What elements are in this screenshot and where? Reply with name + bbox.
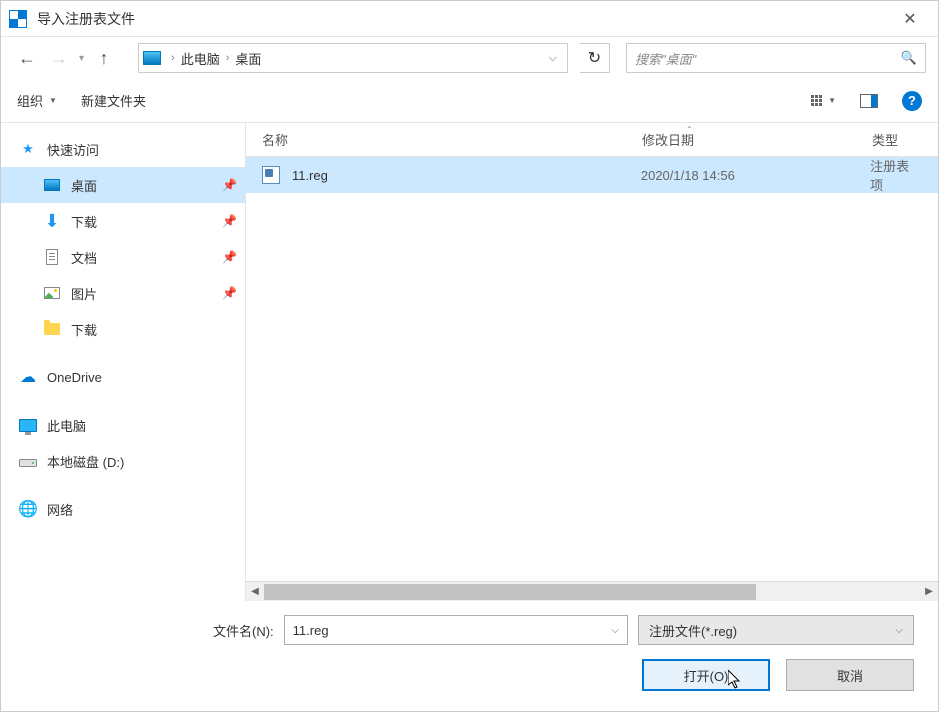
sidebar-label: OneDrive bbox=[47, 370, 237, 385]
cancel-button[interactable]: 取消 bbox=[786, 659, 914, 691]
sort-indicator: ⌃ bbox=[686, 125, 693, 134]
sidebar-onedrive[interactable]: ☁ OneDrive bbox=[1, 359, 245, 395]
horizontal-scrollbar[interactable]: ◀ ▶ bbox=[246, 581, 938, 601]
new-folder-button[interactable]: 新建文件夹 bbox=[81, 91, 146, 110]
organize-label: 组织 bbox=[17, 91, 43, 110]
preview-pane-button[interactable] bbox=[860, 94, 878, 108]
filter-text: 注册文件(*.reg) bbox=[649, 621, 737, 640]
pc-icon bbox=[19, 416, 37, 434]
sidebar-downloads-folder[interactable]: 下载 bbox=[1, 311, 245, 347]
sidebar-label: 快速访问 bbox=[47, 140, 237, 159]
column-type-header[interactable]: 类型 bbox=[872, 130, 922, 149]
sidebar-thispc[interactable]: 此电脑 bbox=[1, 407, 245, 443]
history-dropdown[interactable]: ▾ bbox=[79, 53, 84, 64]
breadcrumb-dropdown[interactable]: ⌵ bbox=[543, 52, 563, 65]
chevron-down-icon: ▼ bbox=[828, 96, 836, 105]
file-name: 11.reg bbox=[292, 168, 641, 183]
sidebar-downloads[interactable]: ⬇ 下载 📌 bbox=[1, 203, 245, 239]
file-type: 注册表项 bbox=[870, 157, 922, 194]
filename-label: 文件名(N): bbox=[213, 621, 274, 640]
picture-icon bbox=[43, 284, 61, 302]
scroll-left-button[interactable]: ◀ bbox=[246, 583, 264, 601]
search-placeholder: 搜索"桌面" bbox=[635, 49, 901, 68]
breadcrumb-item[interactable]: 桌面 bbox=[235, 49, 261, 68]
pin-icon: 📌 bbox=[222, 250, 237, 264]
help-button[interactable]: ? bbox=[902, 91, 922, 111]
star-icon: ★ bbox=[19, 140, 37, 158]
folder-icon bbox=[43, 320, 61, 338]
disk-icon bbox=[19, 452, 37, 470]
filename-input[interactable]: 11.reg ⌵ bbox=[284, 615, 628, 645]
refresh-button[interactable]: ↻ bbox=[580, 43, 610, 73]
pin-icon: 📌 bbox=[222, 286, 237, 300]
sidebar-documents[interactable]: 文档 📌 bbox=[1, 239, 245, 275]
open-button[interactable]: 打开(O) bbox=[642, 659, 770, 691]
desktop-icon bbox=[43, 176, 61, 194]
sidebar-pictures[interactable]: 图片 📌 bbox=[1, 275, 245, 311]
sidebar-label: 下载 bbox=[71, 212, 212, 231]
breadcrumb-sep: › bbox=[171, 52, 175, 64]
sidebar-label: 图片 bbox=[71, 284, 212, 303]
file-date: 2020/1/18 14:56 bbox=[641, 168, 870, 183]
document-icon bbox=[43, 248, 61, 266]
sidebar: ★ 快速访问 桌面 📌 ⬇ 下载 📌 文档 📌 图片 📌 bbox=[1, 123, 246, 601]
preview-icon bbox=[860, 94, 878, 108]
download-icon: ⬇ bbox=[43, 212, 61, 230]
scroll-track[interactable] bbox=[264, 584, 920, 600]
pin-icon: 📌 bbox=[222, 178, 237, 192]
dialog-bottom: 文件名(N): 11.reg ⌵ 注册文件(*.reg) ⌵ 打开(O) 取消 bbox=[1, 601, 938, 711]
file-dialog-window: 导入注册表文件 ✕ ← → ▾ ↑ › 此电脑 › 桌面 ⌵ ↻ 搜索"桌面" … bbox=[0, 0, 939, 712]
breadcrumb[interactable]: › 此电脑 › 桌面 ⌵ bbox=[138, 43, 568, 73]
sidebar-label: 网络 bbox=[47, 500, 237, 519]
location-icon bbox=[143, 51, 161, 65]
sidebar-label: 本地磁盘 (D:) bbox=[47, 452, 237, 471]
file-list-area: ⌃ 名称 修改日期 类型 11.reg 2020/1/18 14:56 注册表项… bbox=[246, 123, 938, 601]
view-menu[interactable]: ▼ bbox=[811, 95, 836, 106]
app-icon bbox=[9, 10, 27, 28]
sidebar-label: 此电脑 bbox=[47, 416, 237, 435]
sidebar-quick-access[interactable]: ★ 快速访问 bbox=[1, 131, 245, 167]
file-type-filter[interactable]: 注册文件(*.reg) ⌵ bbox=[638, 615, 914, 645]
close-button[interactable]: ✕ bbox=[890, 1, 930, 37]
toolbar: 组织 ▼ 新建文件夹 ▼ ? bbox=[1, 79, 938, 123]
sidebar-label: 文档 bbox=[71, 248, 212, 267]
reg-file-icon bbox=[262, 166, 280, 184]
sidebar-label: 桌面 bbox=[71, 176, 212, 195]
filename-value: 11.reg bbox=[293, 623, 329, 638]
sidebar-network[interactable]: 🌐 网络 bbox=[1, 491, 245, 527]
button-row: 打开(O) 取消 bbox=[25, 659, 914, 691]
file-list[interactable]: 11.reg 2020/1/18 14:56 注册表项 bbox=[246, 157, 938, 581]
chevron-down-icon: ▼ bbox=[49, 96, 57, 105]
column-date-header[interactable]: 修改日期 bbox=[642, 130, 872, 149]
navigation-bar: ← → ▾ ↑ › 此电脑 › 桌面 ⌵ ↻ 搜索"桌面" 🔍 bbox=[1, 37, 938, 79]
pin-icon: 📌 bbox=[222, 214, 237, 228]
breadcrumb-sep: › bbox=[226, 52, 230, 64]
sidebar-localdisk[interactable]: 本地磁盘 (D:) bbox=[1, 443, 245, 479]
view-icon bbox=[811, 95, 822, 106]
network-icon: 🌐 bbox=[19, 500, 37, 518]
search-icon: 🔍 bbox=[901, 50, 917, 66]
scroll-right-button[interactable]: ▶ bbox=[920, 583, 938, 601]
scroll-thumb[interactable] bbox=[264, 584, 756, 600]
file-row[interactable]: 11.reg 2020/1/18 14:56 注册表项 bbox=[246, 157, 938, 193]
organize-menu[interactable]: 组织 ▼ bbox=[17, 91, 57, 110]
cloud-icon: ☁ bbox=[19, 368, 37, 386]
chevron-down-icon: ⌵ bbox=[895, 625, 903, 636]
column-name-header[interactable]: 名称 bbox=[262, 130, 642, 149]
titlebar: 导入注册表文件 ✕ bbox=[1, 1, 938, 37]
chevron-down-icon[interactable]: ⌵ bbox=[611, 625, 619, 636]
search-input[interactable]: 搜索"桌面" 🔍 bbox=[626, 43, 926, 73]
up-button[interactable]: ↑ bbox=[90, 44, 118, 72]
main-area: ★ 快速访问 桌面 📌 ⬇ 下载 📌 文档 📌 图片 📌 bbox=[1, 123, 938, 601]
filename-row: 文件名(N): 11.reg ⌵ 注册文件(*.reg) ⌵ bbox=[25, 615, 914, 645]
back-button[interactable]: ← bbox=[13, 44, 41, 72]
sidebar-label: 下载 bbox=[71, 320, 237, 339]
cursor-icon bbox=[728, 670, 744, 695]
column-headers: ⌃ 名称 修改日期 类型 bbox=[246, 123, 938, 157]
window-title: 导入注册表文件 bbox=[37, 9, 890, 29]
sidebar-desktop[interactable]: 桌面 📌 bbox=[1, 167, 245, 203]
forward-button[interactable]: → bbox=[45, 44, 73, 72]
new-folder-label: 新建文件夹 bbox=[81, 91, 146, 110]
breadcrumb-item[interactable]: 此电脑 bbox=[181, 49, 220, 68]
